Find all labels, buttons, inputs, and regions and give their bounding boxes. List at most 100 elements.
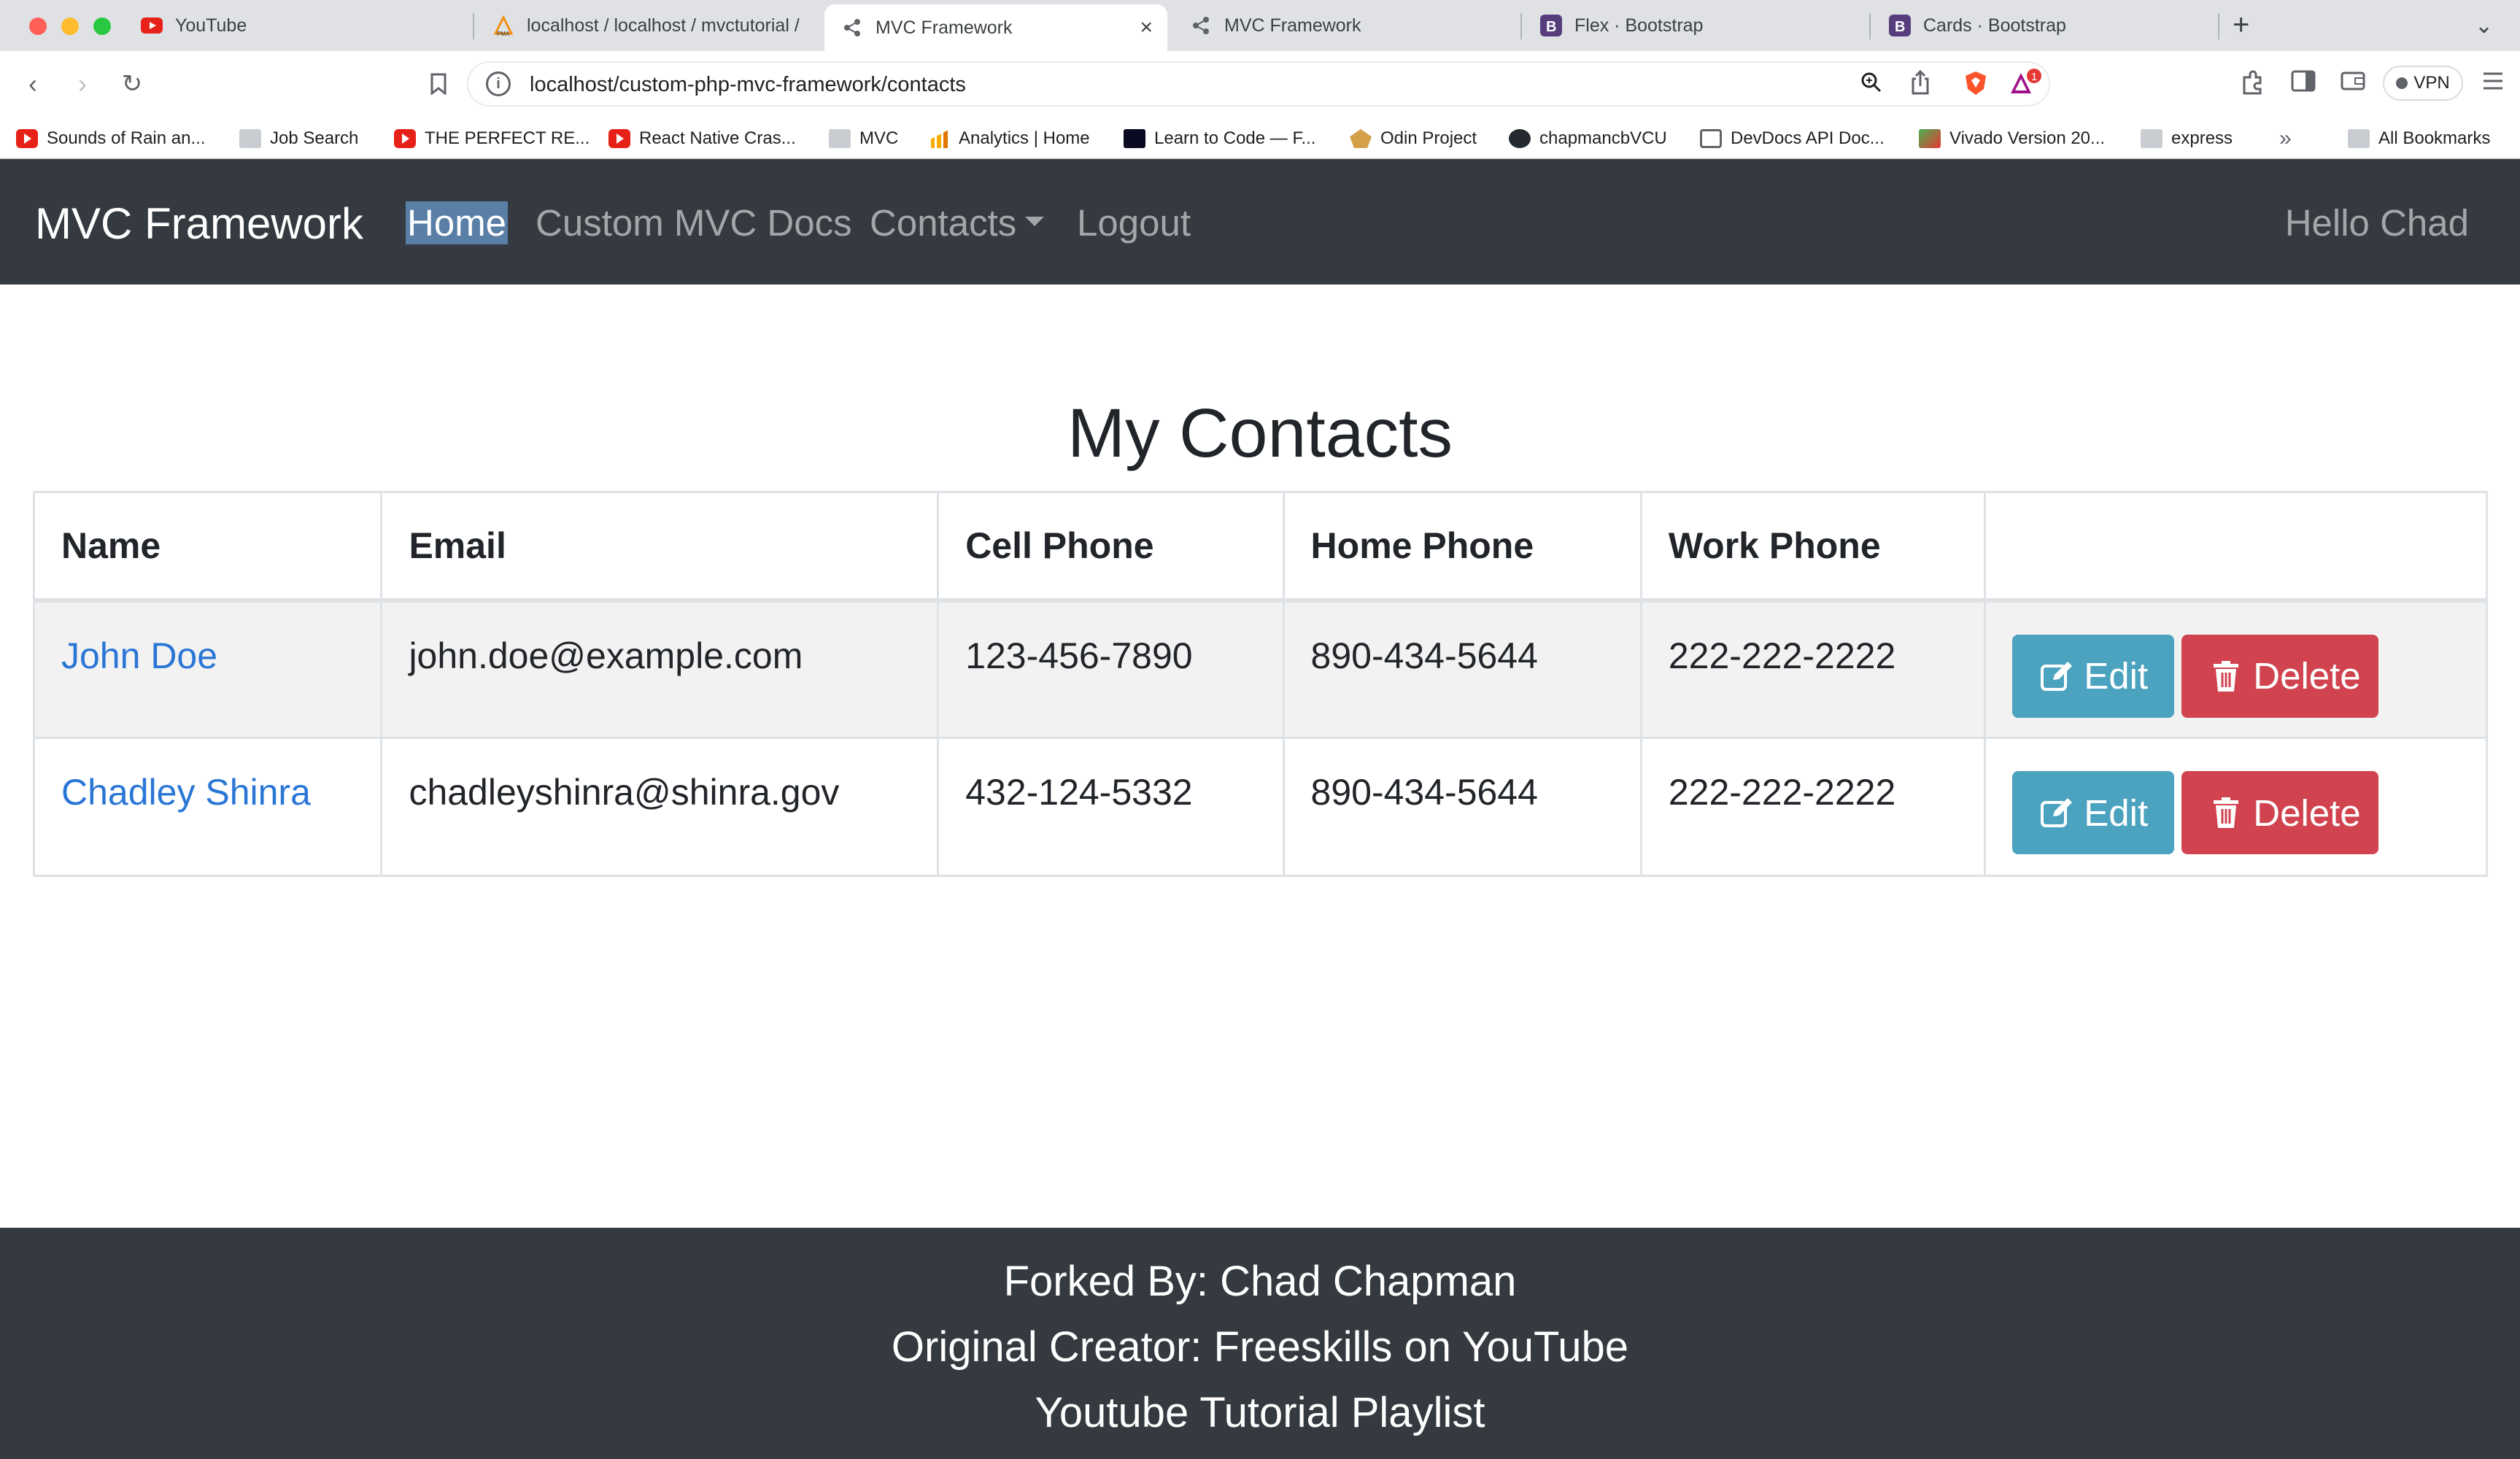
bookmark-item[interactable]: Odin Project [1350,124,1477,153]
browser-toolbar: ‹ › ↻ i localhost/custom-php-mvc-framewo… [0,51,2520,118]
close-window-button[interactable] [29,18,47,35]
column-header-name: Name [32,491,383,603]
delete-label: Delete [2253,792,2361,834]
tab-title: MVC Framework [876,17,1013,38]
nav-link-logout[interactable]: Logout [1077,201,1191,244]
bookmark-icon[interactable] [422,67,455,101]
browser-tab-cards-bootstrap[interactable]: B Cards · Bootstrap [1872,4,2215,47]
brave-shields-icon[interactable] [1964,70,1987,102]
tab-divider [2218,13,2219,39]
nav-dropdown-contacts[interactable]: Contacts [870,201,1045,244]
tab-title: Cards · Bootstrap [1923,15,2066,36]
caret-down-icon [1025,217,1045,227]
browser-tab-mvc-active[interactable]: MVC Framework × [824,4,1167,51]
bookmark-item[interactable]: THE PERFECT RE... [394,124,590,153]
svg-text:B: B [1895,19,1905,35]
back-icon[interactable]: ‹ [16,67,50,101]
youtube-icon [394,129,416,148]
bookmark-item[interactable]: React Native Cras... [608,124,796,153]
folder-icon [2141,129,2163,148]
menu-icon[interactable] [2482,70,2504,97]
vpn-button[interactable]: VPN [2383,66,2463,101]
edit-button[interactable]: Edit [2012,634,2175,718]
footer-original-creator: Original Creator: Freeskills on YouTube [891,1323,1629,1371]
contact-name-link[interactable]: Chadley Shinra [61,772,311,813]
bookmark-folder-express[interactable]: express [2141,124,2233,153]
vpn-status-icon [2396,77,2408,89]
delete-button[interactable]: Delete [2181,634,2379,718]
cell-email: chadleyshinra@shinra.gov [380,737,940,877]
reload-icon[interactable]: ↻ [115,67,149,101]
site-info-icon[interactable]: i [486,71,511,96]
svg-text:PMA: PMA [497,31,510,36]
bookmarks-overflow-icon[interactable]: » [2279,124,2292,153]
bookmark-item[interactable]: DevDocs API Doc... [1700,124,1885,153]
wallet-icon[interactable] [2341,70,2365,98]
brave-rewards-icon[interactable]: 1 [2009,69,2041,104]
cell-work-phone: 222-222-2222 [1639,599,1987,739]
footer-playlist-link[interactable]: Youtube Tutorial Playlist [0,1388,2520,1437]
folder-icon [239,129,261,148]
share-icon[interactable] [1910,69,1930,101]
browser-tab-strip: YouTube PMA localhost / localhost / mvct… [0,0,2520,51]
bookmark-folder-mvc[interactable]: MVC [829,124,898,153]
delete-label: Delete [2253,655,2361,697]
cell-name: Chadley Shinra [32,737,383,877]
bookmark-item[interactable]: Learn to Code — F... [1124,124,1315,153]
browser-tab-youtube[interactable]: YouTube [124,4,467,47]
delete-button[interactable]: Delete [2181,771,2379,854]
edit-button[interactable]: Edit [2012,771,2175,854]
bookmark-label: Learn to Code — F... [1154,128,1316,148]
network-icon [840,16,864,39]
bookmark-label: MVC [859,128,899,148]
zoom-icon[interactable] [1860,71,1882,99]
tab-divider [473,13,474,39]
bookmark-item[interactable]: chapmancbVCU [1509,124,1667,153]
column-header-work-phone: Work Phone [1639,491,1987,603]
bookmark-item[interactable]: Sounds of Rain an... [16,124,205,153]
contact-name-link[interactable]: John Doe [61,635,217,676]
nav-link-docs[interactable]: Custom MVC Docs [536,201,852,244]
vivado-icon [1919,129,1941,148]
youtube-icon [140,14,163,37]
close-tab-icon[interactable]: × [1140,15,1153,40]
chevron-down-icon[interactable]: ⌄ [2475,13,2493,39]
bookmark-item[interactable]: Vivado Version 20... [1919,124,2105,153]
bookmark-item[interactable]: Analytics | Home [928,124,1090,153]
minimize-window-button[interactable] [61,18,79,35]
bookmark-label: express [2171,128,2233,148]
new-tab-icon[interactable]: + [2233,9,2249,42]
cell-email: john.doe@example.com [380,599,940,739]
cell-actions: Edit Delete [1984,599,2488,739]
nav-link-home[interactable]: Home [406,201,509,244]
network-icon [1189,14,1213,37]
maximize-window-button[interactable] [93,18,111,35]
devdocs-icon [1700,129,1722,148]
bookmark-label: All Bookmarks [2378,128,2491,148]
edit-icon [2041,661,2073,691]
extensions-icon[interactable] [2240,70,2265,101]
svg-text:B: B [1546,19,1556,35]
browser-tab-flex-bootstrap[interactable]: B Flex · Bootstrap [1523,4,1866,47]
cell-actions: Edit Delete [1984,737,2488,877]
column-header-email: Email [380,491,940,603]
edit-icon [2041,798,2073,827]
table-header-row: Name Email Cell Phone Home Phone Work Ph… [32,491,2488,603]
bookmark-label: Sounds of Rain an... [47,128,206,148]
bookmark-label: THE PERFECT RE... [425,128,590,148]
address-bar[interactable]: i localhost/custom-php-mvc-framework/con… [467,61,2050,107]
forward-icon[interactable]: › [66,67,99,101]
bookmark-label: Job Search [270,128,359,148]
analytics-icon [928,129,950,148]
browser-tab-mvc[interactable]: MVC Framework [1173,4,1516,47]
bookmark-folder-job-search[interactable]: Job Search [239,124,358,153]
sidebar-icon[interactable] [2291,70,2316,98]
navbar-brand[interactable]: MVC Framework [35,198,363,249]
bookmark-label: chapmancbVCU [1539,128,1667,148]
bookmarks-bar: Sounds of Rain an... Job Search THE PERF… [0,118,2520,159]
tab-title: Flex · Bootstrap [1574,15,1704,36]
vpn-label: VPN [2413,73,2450,93]
user-greeting: Hello Chad [2284,202,2469,244]
browser-tab-phpmyadmin[interactable]: PMA localhost / localhost / mvctutorial … [476,4,819,47]
all-bookmarks-folder[interactable]: All Bookmarks [2348,124,2490,153]
